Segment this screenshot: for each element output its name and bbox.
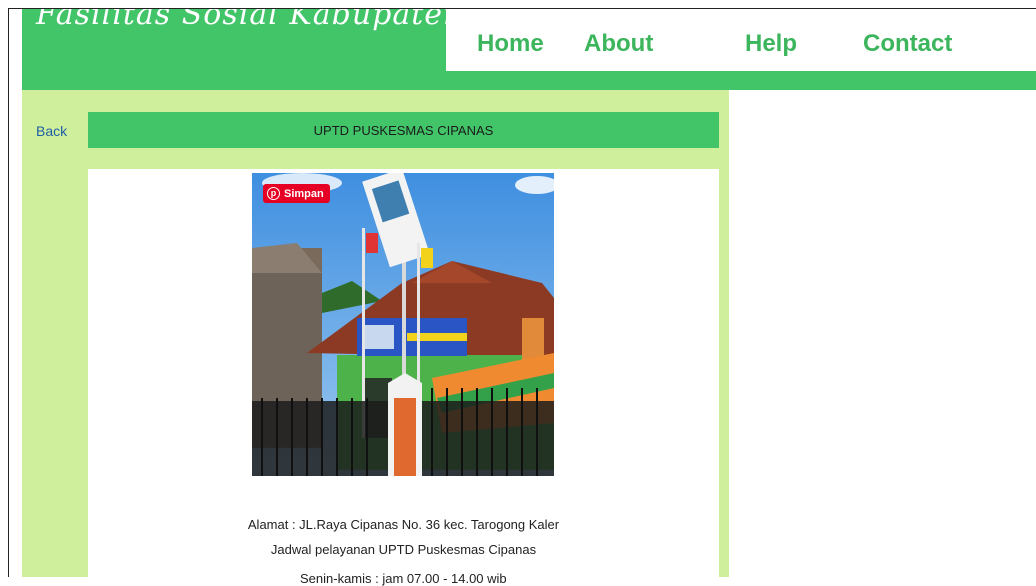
pinterest-icon: p [267,187,280,200]
site-header-logo: Fasilitas Sosial Kabupaten Garut [22,9,446,71]
frame-left-border [8,8,9,577]
schedule-title: Jadwal pelayanan UPTD Puskesmas Cipanas [270,542,537,557]
nav-contact[interactable]: Contact [863,30,952,58]
nav-home[interactable]: Home [477,30,544,58]
facility-title: UPTD PUSKESMAS CIPANAS [313,122,494,138]
pinterest-save-label: Simpan [284,187,324,200]
pinterest-save-button[interactable]: p Simpan [263,184,330,203]
schedule-line: Senin-kamis : jam 07.00 - 14.00 wib [300,571,507,586]
nav-about[interactable]: About [584,30,653,58]
main-nav: Home About Help Contact [446,9,1036,71]
back-link[interactable]: Back [36,123,67,139]
site-logo-text: Fasilitas Sosial Kabupaten Garut [36,9,446,32]
nav-help[interactable]: Help [745,30,797,58]
header-divider-bar [22,71,1036,90]
facility-title-bar: UPTD PUSKESMAS CIPANAS [88,112,719,148]
facility-photo [252,173,554,476]
facility-address: Alamat : JL.Raya Cipanas No. 36 kec. Tar… [247,517,560,532]
